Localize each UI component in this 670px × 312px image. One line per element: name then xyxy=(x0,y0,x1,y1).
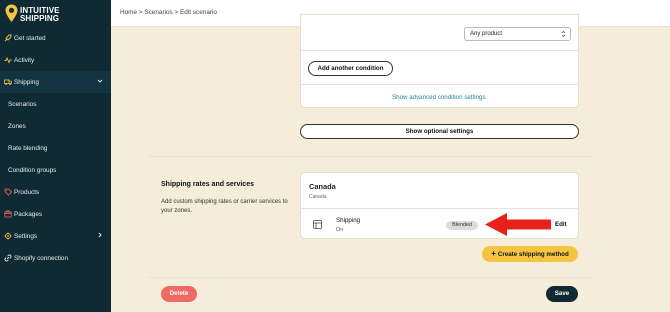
sidebar-item-label: Rate blending xyxy=(8,144,48,152)
location-pin-icon xyxy=(5,4,18,22)
shipping-method-status: On xyxy=(336,227,344,233)
breadcrumb[interactable]: Home > Scenarios > Edit scenario xyxy=(120,9,217,16)
link-icon xyxy=(4,254,12,262)
product-select-value: Any product xyxy=(470,31,503,37)
red-arrow-annotation xyxy=(485,213,551,236)
brand-logo[interactable]: INTUITIVE SHIPPING xyxy=(5,4,109,24)
section-description: Add custom shipping rates or carrier ser… xyxy=(161,199,288,214)
sidebar-item-scenarios[interactable]: Scenarios xyxy=(0,93,111,115)
sidebar-item-products[interactable]: Products xyxy=(0,181,111,203)
advanced-condition-settings-link[interactable]: Show advanced condition settings xyxy=(392,94,486,101)
sidebar-item-shipping[interactable]: Shipping xyxy=(0,71,111,93)
brand-name: INTUITIVE SHIPPING xyxy=(20,6,60,23)
sidebar-item-label: Scenarios xyxy=(8,100,37,108)
rocket-icon xyxy=(4,34,12,42)
divider xyxy=(300,50,579,51)
sidebar-item-label: Settings xyxy=(14,232,38,240)
plus-icon: + xyxy=(491,249,496,258)
divider xyxy=(300,84,579,85)
section-title: Shipping rates and services xyxy=(161,181,254,188)
zone-name: Canada xyxy=(309,182,336,191)
blended-badge: Blended xyxy=(446,221,478,230)
sidebar-item-get-started[interactable]: Get started xyxy=(0,27,111,49)
package-icon xyxy=(4,210,12,218)
edit-method-link[interactable]: Edit xyxy=(555,221,567,228)
chevron-right-icon xyxy=(98,232,102,238)
footer-divider xyxy=(148,277,591,278)
sidebar-item-label: Condition groups xyxy=(8,166,57,174)
section-divider xyxy=(148,156,591,157)
sidebar-item-label: Get started xyxy=(14,34,46,42)
sidebar-item-label: Shopify connection xyxy=(14,254,69,262)
sidebar-item-zones[interactable]: Zones xyxy=(0,115,111,137)
truck-icon xyxy=(4,78,12,86)
sidebar-item-label: Packages xyxy=(14,210,43,218)
show-optional-settings-button[interactable]: Show optional settings xyxy=(300,124,579,139)
sidebar-item-activity[interactable]: Activity xyxy=(0,49,111,71)
add-condition-button[interactable]: Add another condition xyxy=(308,61,393,76)
create-shipping-method-button[interactable]: + Create shipping method xyxy=(482,246,578,262)
delete-button[interactable]: Delete xyxy=(161,286,197,302)
product-select[interactable]: Any product xyxy=(464,27,571,41)
table-icon xyxy=(313,220,322,229)
sidebar-item-packages[interactable]: Packages xyxy=(0,203,111,225)
sidebar-item-label: Products xyxy=(14,188,40,196)
sidebar-item-shopify-connection[interactable]: Shopify connection xyxy=(0,247,111,269)
sidebar: INTUITIVE SHIPPING Get started Activity … xyxy=(0,0,111,312)
sidebar-item-label: Zones xyxy=(8,122,26,130)
sidebar-item-condition-groups[interactable]: Condition groups xyxy=(0,159,111,181)
chevron-down-icon xyxy=(97,79,103,83)
sidebar-nav: Get started Activity Shipping Scenarios … xyxy=(0,27,111,269)
sidebar-item-label: Activity xyxy=(14,56,35,64)
sidebar-item-label: Shipping xyxy=(14,78,39,86)
gear-icon xyxy=(4,232,12,240)
select-arrows-icon xyxy=(561,31,566,37)
sidebar-item-rate-blending[interactable]: Rate blending xyxy=(0,137,111,159)
tag-icon xyxy=(4,188,12,196)
shipping-method-name: Shipping xyxy=(336,217,361,224)
zone-subtitle: Canada xyxy=(309,194,327,200)
activity-icon xyxy=(4,56,12,64)
save-button[interactable]: Save xyxy=(546,286,578,302)
sidebar-item-settings[interactable]: Settings xyxy=(0,225,111,247)
